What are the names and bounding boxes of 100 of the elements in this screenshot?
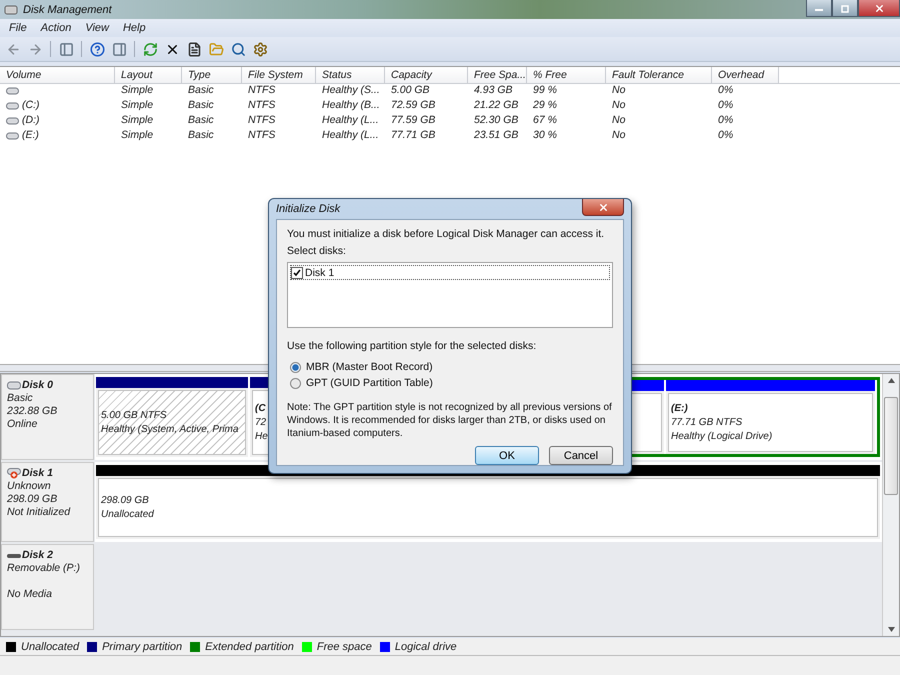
- partition-size: 5.00 GB NTFS: [101, 408, 167, 422]
- checkbox[interactable]: [291, 266, 303, 278]
- radio-option[interactable]: GPT (GUID Partition Table): [290, 375, 613, 391]
- table-cell-text: 67 %: [532, 113, 558, 128]
- disk-info-panel[interactable]: Disk 2 Removable (P:) No Media: [1, 544, 94, 630]
- drive-icon: [6, 132, 19, 140]
- table-cell-text: Healthy (S...: [321, 83, 381, 98]
- list-label: Select disks:: [287, 245, 347, 258]
- search-icon: [230, 42, 246, 56]
- legend-label: Free space: [316, 640, 372, 652]
- search-button[interactable]: [229, 40, 247, 58]
- menu-item[interactable]: File: [9, 22, 27, 34]
- table-cell-text: Healthy (L...: [321, 113, 380, 128]
- column-header[interactable]: Overhead: [712, 67, 779, 84]
- legend-label: Logical drive: [394, 640, 457, 652]
- close-icon: [598, 202, 608, 212]
- table-cell-text: No: [611, 83, 626, 98]
- column-header[interactable]: % Free: [527, 67, 606, 84]
- column-header[interactable]: Status: [316, 67, 385, 84]
- open-icon: [208, 42, 224, 56]
- settings-button[interactable]: [251, 40, 269, 58]
- partition-status: Healthy (System, Active, Prima: [101, 422, 238, 436]
- restore-icon: [840, 4, 850, 12]
- table-cell-text: 72.59 GB: [390, 98, 436, 113]
- column-header[interactable]: Type: [182, 67, 242, 84]
- disk-status: Online: [7, 418, 38, 431]
- disk-size: 232.88 GB: [7, 405, 58, 418]
- table-cell-text: 29 %: [532, 98, 558, 113]
- table-cell-text: 0%: [717, 83, 734, 98]
- close-icon: [874, 2, 884, 14]
- table-cell-text: NTFS: [247, 128, 276, 143]
- menu-item[interactable]: Help: [122, 22, 146, 34]
- scroll-down-icon[interactable]: [888, 627, 894, 632]
- column-header[interactable]: Capacity: [385, 67, 468, 84]
- note-text: Note: The GPT partition style is not recognized by all previous versions of Windows. It is recommended for disks larger than 2TB, or disks used on Itanium-based computers.: [287, 401, 613, 440]
- disk-list-item[interactable]: Disk 1: [290, 265, 610, 280]
- scroll-up-icon[interactable]: [888, 378, 894, 383]
- window-title: Disk Management: [23, 4, 112, 16]
- disk-name: Disk 0: [22, 379, 53, 392]
- menu-item[interactable]: View: [85, 22, 109, 34]
- table-cell-text: Healthy (B...: [321, 98, 381, 113]
- disk-type: Basic: [7, 392, 34, 405]
- dialog-button[interactable]: Cancel: [549, 446, 613, 465]
- legend-label: Unallocated: [21, 640, 80, 652]
- column-header[interactable]: Free Spa...: [468, 67, 527, 84]
- drive-icon: [6, 116, 19, 124]
- table-cell-text: 30 %: [532, 128, 558, 143]
- partition-label: (C: [255, 402, 266, 416]
- forward-icon: [28, 42, 42, 56]
- table-cell-text: No: [611, 113, 626, 128]
- dialog-title: Initialize Disk: [276, 203, 340, 215]
- table-cell-text: 21.22 GB: [473, 98, 520, 113]
- table-cell-text: 0%: [717, 98, 734, 113]
- column-header[interactable]: Layout: [115, 67, 182, 84]
- properties-icon: [186, 42, 202, 56]
- disk-name: Disk 1: [22, 467, 53, 480]
- table-cell-text: NTFS: [247, 98, 276, 113]
- help-button[interactable]: [88, 40, 106, 58]
- close-button[interactable]: [582, 199, 624, 216]
- table-cell-text: Healthy (L...: [321, 128, 380, 143]
- column-header[interactable]: Volume: [0, 67, 115, 84]
- partition-size: 77.71 GB NTFS: [671, 416, 742, 430]
- minimize-button[interactable]: [806, 0, 832, 17]
- dialog-button[interactable]: OK: [475, 446, 539, 465]
- partition-status: Unallocated: [101, 508, 154, 522]
- partition-block[interactable]: 298.09 GB Unallocated: [96, 465, 880, 539]
- table-cell-text: NTFS: [247, 83, 276, 98]
- table-cell-text: Simple: [120, 113, 154, 128]
- legend-label: Extended partition: [205, 640, 294, 652]
- drive-icon: [6, 86, 19, 94]
- column-header[interactable]: Fault Tolerance: [606, 67, 712, 84]
- partition-block[interactable]: 5.00 GB NTFS Healthy (System, Active, Prima: [96, 377, 248, 457]
- partition-block[interactable]: (E:) 77.71 GB NTFS Healthy (Logical Drive): [666, 380, 875, 454]
- table-cell-text: Basic: [187, 98, 215, 113]
- table-cell-text: Basic: [187, 128, 215, 143]
- console-tree-button[interactable]: [57, 40, 75, 58]
- action-pane-button[interactable]: [110, 40, 128, 58]
- table-cell: (C:): [22, 98, 40, 113]
- close-button[interactable]: [858, 0, 900, 17]
- radio-option[interactable]: MBR (Master Boot Record): [290, 359, 613, 375]
- table-cell: (E:): [22, 128, 39, 143]
- action-pane-icon: [112, 42, 126, 56]
- scrollbar[interactable]: [882, 374, 899, 636]
- column-header[interactable]: File System: [242, 67, 316, 84]
- back-icon: [6, 42, 20, 56]
- drive-icon: [6, 102, 19, 110]
- radio-button[interactable]: [290, 362, 301, 372]
- disk-type: Removable (P:): [7, 562, 81, 575]
- console-tree-icon: [58, 42, 74, 56]
- restore-button[interactable]: [832, 0, 858, 17]
- dialog-message: You must initialize a disk before Logical Disk Manager can access it.: [287, 228, 606, 241]
- disk-info-panel[interactable]: Disk 0 Basic 232.88 GB Online: [1, 374, 94, 460]
- table-cell-text: 77.59 GB: [390, 113, 436, 128]
- table-cell-text: 0%: [717, 113, 734, 128]
- disk-info-panel[interactable]: Disk 1 Unknown 298.09 GB Not Initialized: [1, 462, 94, 542]
- radio-button[interactable]: [290, 378, 301, 388]
- disk-warning-icon: [7, 468, 21, 479]
- disk-list[interactable]: Disk 1: [287, 262, 613, 328]
- refresh-icon: [142, 42, 158, 56]
- menu-item[interactable]: Action: [40, 22, 72, 34]
